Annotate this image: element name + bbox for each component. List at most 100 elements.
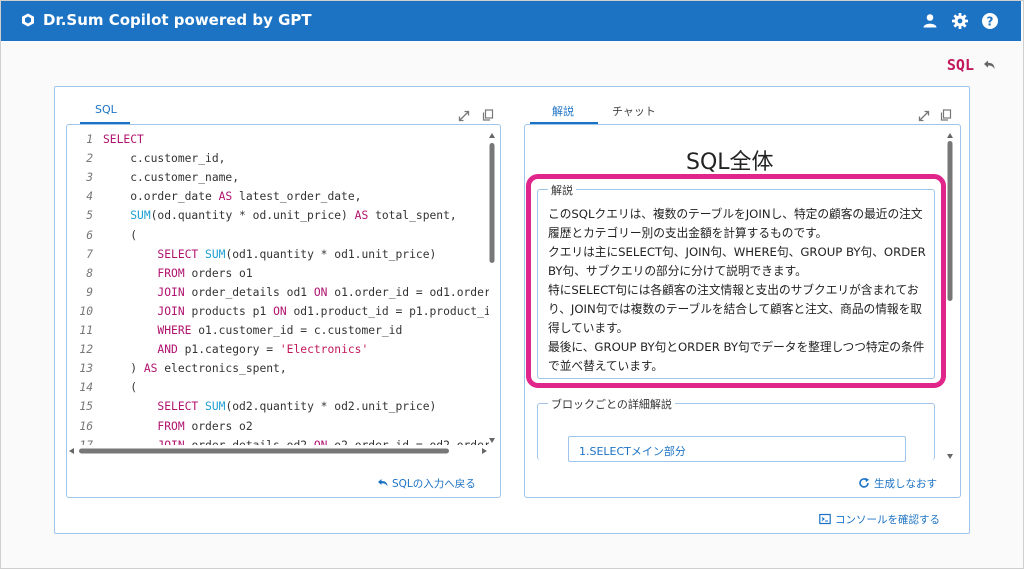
code-token: c.customer_name, xyxy=(103,171,240,185)
user-icon[interactable] xyxy=(921,12,939,30)
code-line: 12 AND p1.category = 'Electronics' xyxy=(67,343,368,362)
tab-explanation-underline xyxy=(530,122,598,124)
code-token: total_spent, xyxy=(368,209,457,223)
code-token: latest_order_date, xyxy=(232,190,362,204)
sql-code-editor[interactable]: 1 SELECT 2 c.customer_id, 3 c.customer_name… xyxy=(67,131,489,445)
code-token: p1.category = xyxy=(177,343,280,357)
expand-icon[interactable] xyxy=(458,110,470,122)
code-token: orders o1 xyxy=(184,266,253,280)
line-number: 13 xyxy=(79,362,93,376)
check-console-link[interactable]: コンソールを確認する xyxy=(835,512,940,527)
tab-sql-underline xyxy=(80,122,130,124)
code-token: SUM xyxy=(205,400,226,414)
line-number: 5 xyxy=(86,209,93,223)
code-token: o2.order_id = od2.order xyxy=(327,439,489,445)
line-number: 15 xyxy=(79,400,93,414)
line-number: 6 xyxy=(86,228,93,242)
code-token: o1.customer_id = c.customer_id xyxy=(191,324,403,337)
code-token: AS xyxy=(143,362,158,376)
code-token: WHERE xyxy=(157,324,192,337)
line-number: 3 xyxy=(86,171,93,185)
help-icon[interactable]: ? xyxy=(981,12,999,30)
code-token: order_details od1 xyxy=(184,285,314,299)
svg-text:?: ? xyxy=(987,14,994,28)
code-token: SELECT xyxy=(157,247,199,261)
code-token: AND xyxy=(157,343,178,357)
code-line: 16 FROM orders o2 xyxy=(67,419,253,439)
code-token: ON xyxy=(273,304,287,318)
line-number: 2 xyxy=(86,152,93,166)
code-line: 2 c.customer_id, xyxy=(67,152,225,171)
copy-icon[interactable] xyxy=(940,109,952,121)
code-token: c.customer_id, xyxy=(103,152,226,166)
code-token: o1.order_id = od1.order xyxy=(327,285,489,299)
code-line: 5 SUM(od.quantity * od.unit_price) AS to… xyxy=(67,209,457,228)
refresh-icon[interactable] xyxy=(858,477,870,489)
code-token: ( xyxy=(103,228,138,242)
code-line: 1 SELECT xyxy=(67,133,144,152)
line-number: 10 xyxy=(79,304,93,318)
code-line: 9 JOIN order_details od1 ON o1.order_id … xyxy=(67,286,489,305)
code-token: 'Electronics' xyxy=(279,343,369,357)
code-token: JOIN xyxy=(157,285,185,299)
line-number: 7 xyxy=(86,247,93,261)
code-line: 14 ( xyxy=(67,381,137,400)
sql-mode-label: SQL xyxy=(946,56,974,74)
code-token: FROM xyxy=(157,266,185,280)
code-token: SELECT xyxy=(157,400,199,414)
code-token: orders o2 xyxy=(184,419,253,433)
code-token: JOIN xyxy=(157,304,185,318)
block-item[interactable]: 1.SELECTメイン部分 xyxy=(568,436,906,462)
code-token: od1.product_id = p1.product_i xyxy=(286,304,489,318)
highlight-frame xyxy=(526,174,946,388)
code-line: 8 FROM orders o1 xyxy=(67,266,253,286)
code-line: 11 WHERE o1.customer_id = c.customer_id xyxy=(67,324,402,343)
back-arrow-icon[interactable] xyxy=(377,477,389,489)
code-line: 13 ) AS electronics_spent, xyxy=(67,362,286,381)
code-token: ON xyxy=(314,439,328,445)
code-line: 6 ( xyxy=(67,229,137,248)
code-token: o.order_date xyxy=(103,190,219,204)
line-number: 17 xyxy=(67,439,103,445)
logo-icon xyxy=(22,13,34,27)
code-token: SUM xyxy=(130,209,151,223)
code-line: 3 c.customer_name, xyxy=(67,171,239,190)
line-number: 4 xyxy=(86,190,93,204)
app-header: Dr.Sum Copilot powered by GPT ? xyxy=(1,1,1021,41)
expand-icon[interactable] xyxy=(918,110,930,122)
code-token: (od1.quantity * od1.unit_price) xyxy=(225,247,437,261)
vertical-scrollbar[interactable] xyxy=(946,131,954,461)
line-number: 14 xyxy=(79,381,93,395)
code-token: AS xyxy=(218,190,233,204)
line-number: 12 xyxy=(79,343,93,357)
code-token: (od.quantity * od.unit_price) xyxy=(150,209,355,223)
code-token: (od2.quantity * od2.unit_price) xyxy=(225,400,437,414)
vertical-scrollbar[interactable] xyxy=(488,131,496,445)
code-token: JOIN xyxy=(157,439,184,445)
tab-chat[interactable]: チャット xyxy=(612,103,656,119)
code-line: 4 o.order_date AS latest_order_date, xyxy=(67,190,361,209)
console-icon[interactable] xyxy=(819,513,831,525)
gear-icon[interactable] xyxy=(951,12,969,30)
line-number: 9 xyxy=(86,285,93,299)
app-title: Dr.Sum Copilot powered by GPT xyxy=(43,11,312,29)
back-to-sql-input-link[interactable]: SQLの入力へ戻る xyxy=(392,476,476,491)
code-line: 10 JOIN products p1 ON od1.product_id = … xyxy=(67,305,489,324)
tab-explanation[interactable]: 解説 xyxy=(552,103,574,119)
copy-icon[interactable] xyxy=(482,109,494,121)
line-number: 1 xyxy=(86,133,93,146)
regenerate-link[interactable]: 生成しなおす xyxy=(874,476,937,491)
code-token: SELECT xyxy=(103,133,144,146)
code-token: ) xyxy=(103,362,144,376)
tab-sql[interactable]: SQL xyxy=(95,103,117,116)
horizontal-scrollbar[interactable] xyxy=(67,447,489,455)
doc-title: SQL全体 xyxy=(686,150,774,175)
undo-icon[interactable] xyxy=(982,58,996,72)
